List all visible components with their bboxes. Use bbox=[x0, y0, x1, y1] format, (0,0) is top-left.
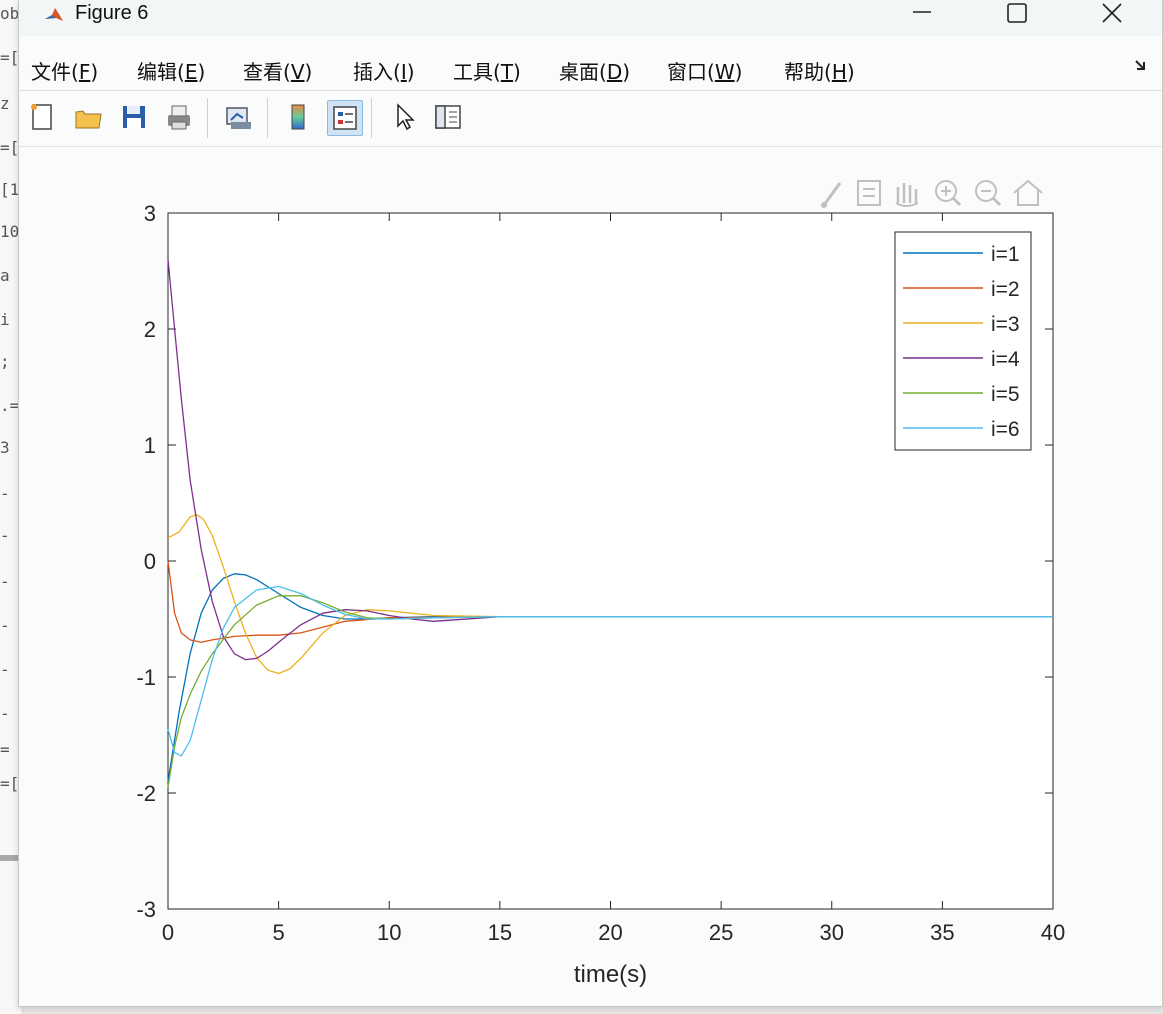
menu-desktop[interactable]: 桌面(D) bbox=[559, 56, 630, 85]
minimize-button[interactable] bbox=[899, 0, 945, 32]
pointer-icon[interactable] bbox=[387, 100, 421, 134]
menu-file[interactable]: 文件(F) bbox=[31, 56, 98, 85]
menu-label: 桌面( bbox=[559, 60, 607, 84]
menu-label: 窗口( bbox=[667, 60, 715, 84]
x-tick-label: 10 bbox=[377, 920, 401, 945]
menu-accelerator-key: D bbox=[606, 60, 623, 84]
link-plot-icon[interactable] bbox=[221, 100, 255, 134]
x-axis-label: time(s) bbox=[574, 961, 647, 988]
menu-view[interactable]: 查看(V) bbox=[243, 56, 312, 85]
y-tick-label: -1 bbox=[136, 665, 156, 690]
menu-label-tail: ) bbox=[734, 60, 743, 84]
menu-edit[interactable]: 编辑(E) bbox=[137, 56, 205, 85]
y-tick-label: 0 bbox=[144, 549, 156, 574]
y-tick-label: 3 bbox=[144, 201, 156, 226]
menu-label: 工具( bbox=[453, 60, 501, 84]
menu-accelerator-key: E bbox=[184, 60, 198, 84]
menu-label-tail: ) bbox=[513, 60, 521, 84]
menu-insert[interactable]: 插入(I) bbox=[353, 56, 415, 85]
menu-window[interactable]: 窗口(W) bbox=[667, 56, 742, 85]
menu-accelerator-key: T bbox=[500, 60, 514, 84]
toolbar-separator bbox=[207, 98, 208, 138]
toolbar-separator bbox=[267, 98, 268, 138]
menu-label: 帮助( bbox=[784, 60, 832, 84]
x-tick-label: 30 bbox=[820, 920, 844, 945]
legend-label-1: i=1 bbox=[991, 243, 1020, 266]
print-icon[interactable] bbox=[161, 100, 195, 134]
window-title: Figure 6 bbox=[75, 2, 149, 24]
close-button[interactable] bbox=[1089, 0, 1135, 32]
menu-label: 插入( bbox=[353, 60, 401, 84]
legend-icon[interactable] bbox=[327, 100, 363, 136]
legend-label-6: i=6 bbox=[991, 418, 1020, 441]
menu-label: 编辑( bbox=[137, 60, 185, 84]
x-tick-label: 25 bbox=[709, 920, 733, 945]
menu-label-tail: ) bbox=[622, 60, 631, 84]
title-bar[interactable]: Figure 6 bbox=[19, 0, 1162, 36]
plot-area: 0 5 10 15 20 25 30 35 40 -3 -2 -1 0 1 2 3 time(s) i=1 i=2 i… bbox=[19, 146, 1162, 1006]
maximize-button[interactable] bbox=[994, 0, 1040, 32]
menu-accelerator-key: H bbox=[831, 60, 847, 84]
property-inspector-icon[interactable] bbox=[431, 100, 465, 134]
y-tick-label: -2 bbox=[136, 781, 156, 806]
legend-label-2: i=2 bbox=[991, 278, 1020, 301]
x-tick-label: 5 bbox=[273, 920, 285, 945]
menu-accelerator-key: W bbox=[714, 60, 735, 84]
figure-toolbar bbox=[19, 92, 1162, 147]
figure-window: Figure 6 文件(F) 编辑(E) 查看(V) 插入(I) 工具(T) 桌面(D) 窗… bbox=[18, 0, 1163, 1007]
menu-accelerator-key: F bbox=[78, 60, 91, 84]
menu-bar: 文件(F) 编辑(E) 查看(V) 插入(I) 工具(T) 桌面(D) 窗口(W) 帮助(H) bbox=[19, 46, 1162, 91]
toolbar-separator bbox=[371, 98, 372, 138]
x-tick-label: 35 bbox=[930, 920, 954, 945]
menu-help[interactable]: 帮助(H) bbox=[784, 56, 855, 85]
menu-label: 查看( bbox=[243, 60, 291, 84]
x-tick-label: 20 bbox=[598, 920, 622, 945]
menu-label-tail: ) bbox=[90, 60, 99, 84]
dock-figure-icon[interactable] bbox=[1131, 56, 1151, 76]
save-icon[interactable] bbox=[117, 100, 151, 134]
x-tick-label: 40 bbox=[1041, 920, 1065, 945]
legend-label-4: i=4 bbox=[991, 348, 1020, 371]
x-tick-label: 15 bbox=[488, 920, 512, 945]
legend-label-3: i=3 bbox=[991, 313, 1020, 336]
menu-label-tail: ) bbox=[197, 60, 206, 84]
y-tick-label: -3 bbox=[136, 897, 156, 922]
menu-tools[interactable]: 工具(T) bbox=[453, 56, 521, 85]
line-chart[interactable]: 0 5 10 15 20 25 30 35 40 -3 -2 -1 0 1 2 3 time(s) i=1 i=2 i… bbox=[19, 146, 1162, 1006]
menu-label-tail: ) bbox=[304, 60, 313, 84]
menu-label-tail: ) bbox=[846, 60, 855, 84]
matlab-app-icon bbox=[43, 4, 65, 26]
menu-label: 文件( bbox=[31, 60, 79, 84]
legend-label-5: i=5 bbox=[991, 383, 1020, 406]
new-figure-icon[interactable] bbox=[25, 100, 59, 134]
x-tick-label: 0 bbox=[162, 920, 174, 945]
y-tick-label: 2 bbox=[144, 317, 156, 342]
colorbar-icon[interactable] bbox=[281, 100, 315, 134]
open-file-icon[interactable] bbox=[71, 100, 105, 134]
menu-label-tail: ) bbox=[406, 60, 415, 84]
menu-accelerator-key: V bbox=[290, 60, 305, 84]
y-tick-label: 1 bbox=[144, 433, 156, 458]
